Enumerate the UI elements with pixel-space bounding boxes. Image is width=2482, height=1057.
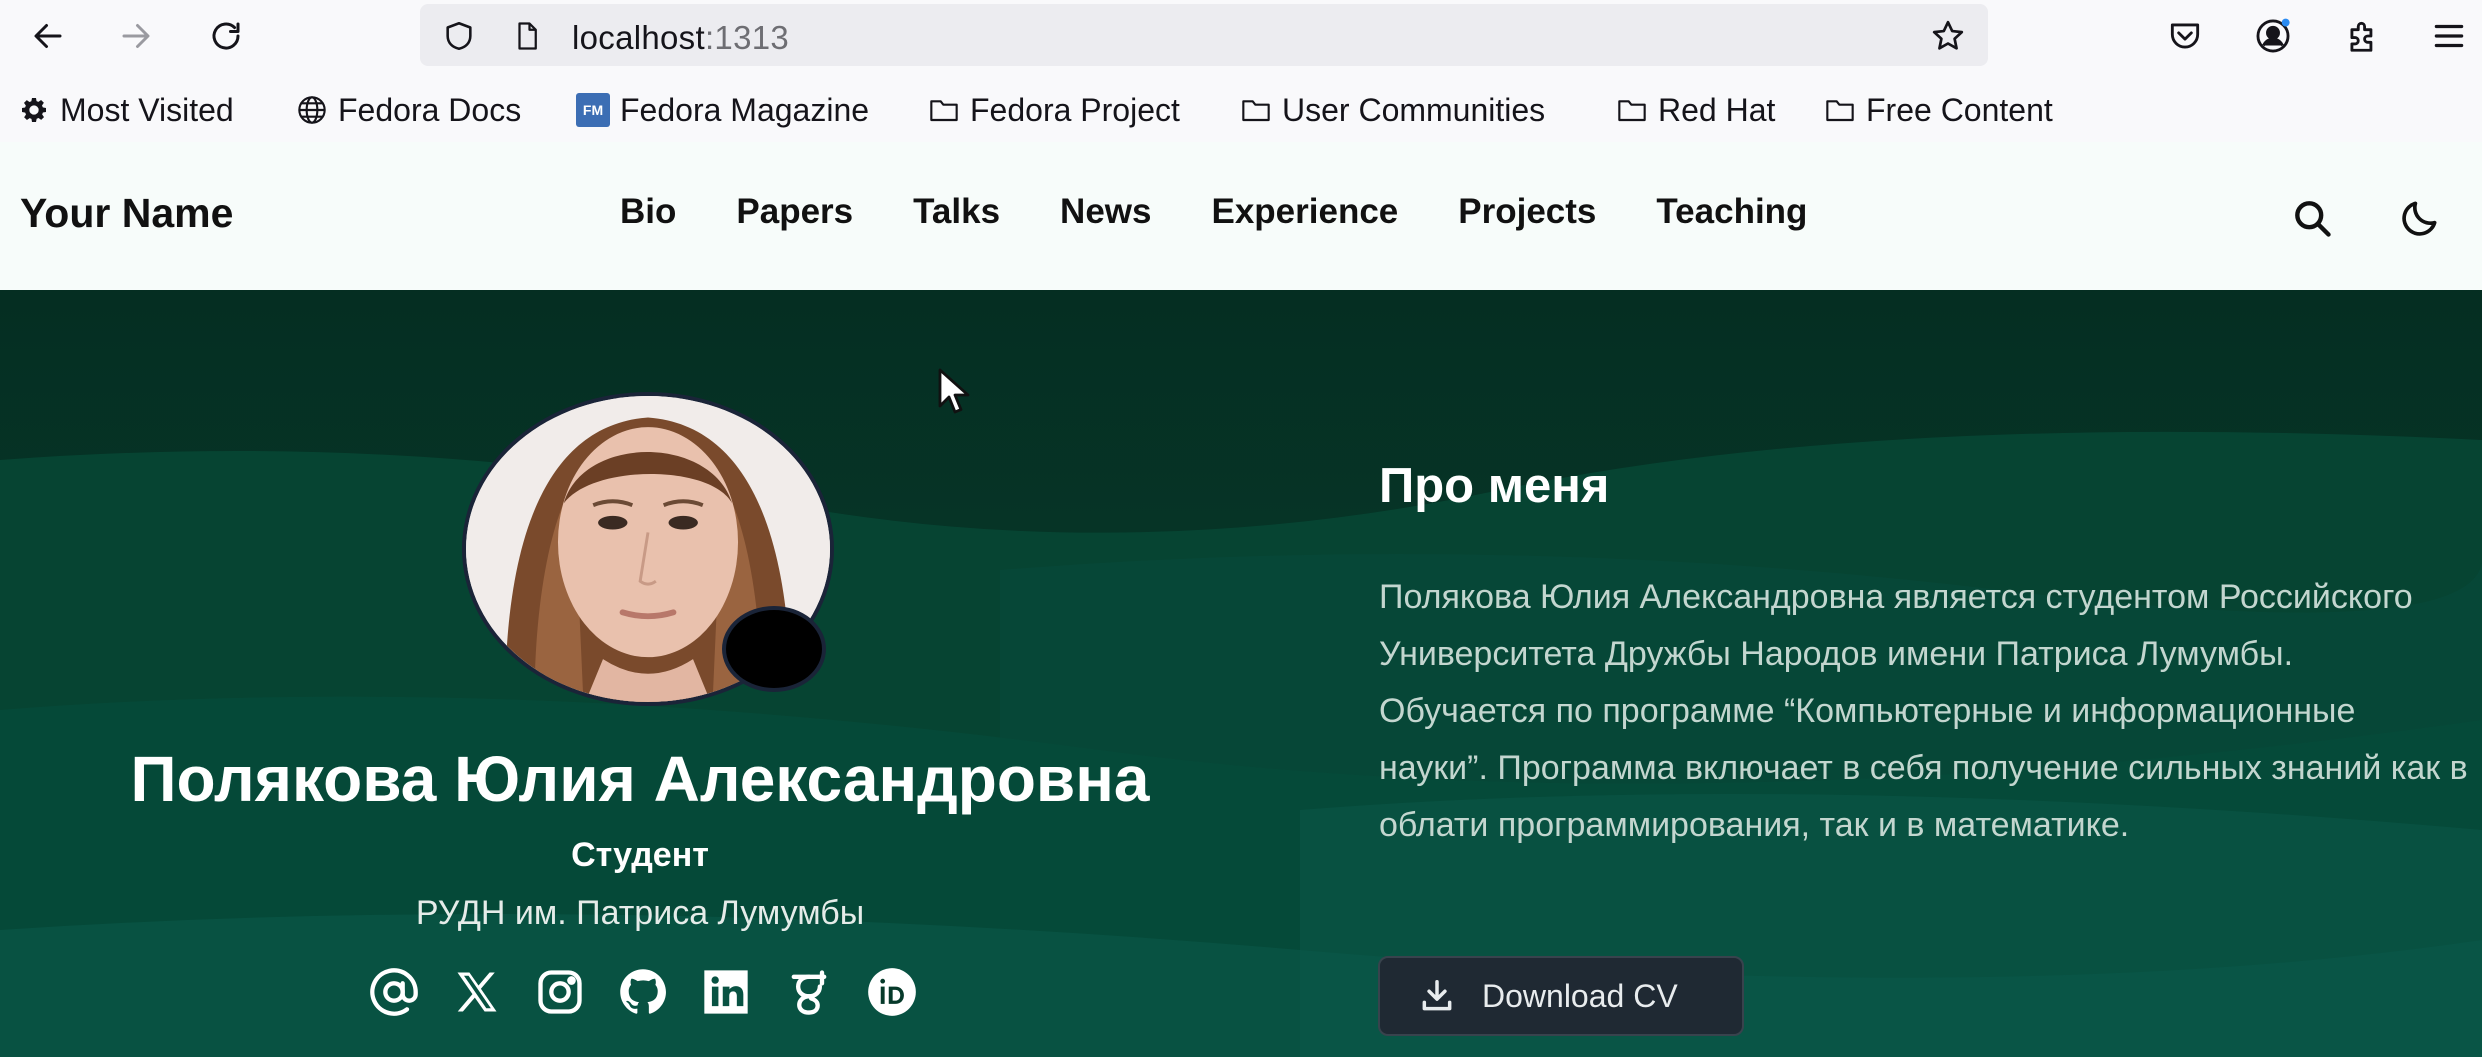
main-nav: Bio Papers Talks News Experience Project… (620, 192, 1807, 232)
extensions-icon[interactable] (2344, 17, 2382, 55)
bookmark-star-icon[interactable] (1930, 18, 1966, 54)
page-icon[interactable] (512, 20, 542, 52)
instagram-icon (538, 970, 582, 1014)
bookmark-label: Red Hat (1658, 91, 1776, 128)
github-link[interactable] (615, 964, 671, 1020)
profile-name: Полякова Юлия Александровна (130, 743, 1150, 815)
back-arrow-icon (34, 24, 62, 48)
gear-icon (22, 98, 46, 122)
pocket-icon[interactable] (2166, 17, 2204, 55)
folder-icon (930, 100, 958, 122)
instagram-link[interactable] (532, 964, 588, 1020)
bookmark-fedora-project[interactable]: Fedora Project (928, 90, 1180, 130)
nav-item-papers[interactable]: Papers (736, 192, 853, 232)
x-twitter-link[interactable] (449, 964, 505, 1020)
linkedin-icon (704, 970, 748, 1014)
bookmark-label: Fedora Project (970, 91, 1180, 128)
reload-icon (212, 22, 240, 50)
bookmark-label: Fedora Magazine (620, 91, 870, 128)
profile-role: Студент (571, 836, 709, 874)
nav-item-projects[interactable]: Projects (1458, 192, 1596, 232)
folder-icon (1242, 100, 1270, 122)
menu-hamburger-icon[interactable] (2430, 17, 2468, 55)
bookmark-label: Fedora Docs (338, 91, 522, 128)
github-icon (620, 969, 666, 1014)
x-icon (457, 972, 497, 1012)
account-icon[interactable] (2254, 17, 2292, 55)
browser-toolbar: localhost:1313 (0, 0, 2482, 72)
shield-icon[interactable] (442, 19, 476, 53)
folder-icon (1826, 100, 1854, 122)
reload-button[interactable] (202, 12, 250, 60)
google-scholar-link[interactable] (781, 964, 837, 1020)
bookmark-label: Free Content (1866, 91, 2053, 128)
bookmark-free-content[interactable]: Free Content (1824, 90, 2053, 130)
orcid-icon (868, 968, 916, 1016)
social-links (366, 964, 947, 1020)
bookmarks-bar: Most Visited Fedora Docs FM Fedora Magaz… (0, 84, 2482, 136)
bookmark-label: User Communities (1282, 91, 1546, 128)
forward-button[interactable] (112, 12, 160, 60)
address-bar[interactable]: localhost:1313 (420, 4, 1988, 66)
bookmark-user-communities[interactable]: User Communities (1240, 90, 1545, 130)
globe-icon (298, 96, 326, 124)
profile-organization: РУДН им. Патриса Лумумбы (415, 894, 865, 932)
bookmark-red-hat[interactable]: Red Hat (1616, 90, 1775, 130)
site-header: Your Name Bio Papers Talks News Experien… (0, 142, 2482, 290)
folder-icon (1618, 100, 1646, 122)
download-cv-button[interactable]: Download CV (1378, 956, 1744, 1036)
about-title: Про меня (1379, 459, 1610, 513)
status-dot (722, 606, 826, 692)
hero-section: Полякова Юлия Александровна Студент РУДН… (0, 290, 2482, 1057)
linkedin-link[interactable] (698, 964, 754, 1020)
email-link[interactable] (366, 964, 422, 1020)
search-icon[interactable] (2290, 196, 2334, 240)
bookmark-fedora-docs[interactable]: Fedora Docs (296, 90, 521, 130)
back-button[interactable] (24, 12, 72, 60)
bookmark-most-visited[interactable]: Most Visited (18, 90, 234, 130)
at-sign-icon (370, 968, 418, 1016)
about-text: Полякова Юлия Александровна является сту… (1379, 578, 2468, 844)
download-cv-label: Download CV (1482, 977, 1678, 1014)
orcid-link[interactable] (864, 964, 920, 1020)
nav-item-bio[interactable]: Bio (620, 192, 676, 232)
download-icon (1422, 980, 1452, 1011)
forward-arrow-icon (122, 24, 150, 48)
dark-mode-moon-icon[interactable] (2398, 196, 2442, 240)
bookmark-label: Most Visited (60, 91, 234, 128)
bookmark-fedora-magazine[interactable]: FM Fedora Magazine (576, 90, 869, 130)
nav-item-talks[interactable]: Talks (913, 192, 1000, 232)
site-brand[interactable]: Your Name (20, 190, 233, 237)
nav-item-teaching[interactable]: Teaching (1656, 192, 1807, 232)
fedora-magazine-icon: FM (576, 93, 610, 127)
nav-item-news[interactable]: News (1060, 192, 1151, 232)
google-scholar-icon (791, 970, 827, 1015)
nav-item-experience[interactable]: Experience (1211, 192, 1398, 232)
url-text[interactable]: localhost:1313 (572, 19, 789, 57)
mouse-cursor-icon (938, 368, 970, 414)
